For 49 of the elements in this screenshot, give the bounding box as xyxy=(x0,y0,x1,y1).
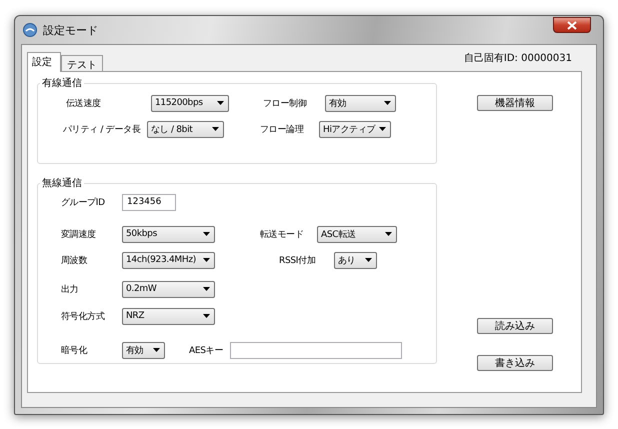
field-label: 伝送速度 xyxy=(66,98,102,110)
caret-icon xyxy=(217,101,224,105)
caret-icon xyxy=(203,287,210,291)
field-label: 出力 xyxy=(61,284,80,296)
field-label: 暗号化 xyxy=(61,344,88,356)
field-label: フロー制御 xyxy=(263,98,308,110)
caret-icon xyxy=(203,258,210,262)
field-label: 転送モード xyxy=(260,228,305,240)
field-label: 符号化方式 xyxy=(61,310,106,322)
dropdown[interactable]: 50kbps xyxy=(122,226,215,242)
field-label: フロー論理 xyxy=(260,124,305,136)
app-icon xyxy=(23,23,37,37)
window-title: 設定モード xyxy=(43,22,98,38)
group-title: 無線通信 xyxy=(41,176,83,190)
dropdown[interactable]: 有効 xyxy=(122,342,165,358)
input-field[interactable]: 123456 xyxy=(122,194,176,210)
tab[interactable]: テスト xyxy=(61,55,103,71)
field-label: グループID xyxy=(61,196,106,208)
caret-icon xyxy=(379,127,386,131)
dropdown[interactable]: Hiアクティブ xyxy=(319,120,391,138)
field-label: 周波数 xyxy=(61,254,88,266)
dropdown[interactable]: なし / 8bit xyxy=(147,120,224,138)
dropdown[interactable]: 有効 xyxy=(325,94,396,112)
field-label: パリティ / データ長 xyxy=(63,124,142,136)
caret-icon xyxy=(385,232,392,236)
field-label: RSSI付加 xyxy=(279,254,317,266)
caret-icon xyxy=(203,232,210,236)
caret-icon xyxy=(203,314,210,318)
action-button[interactable]: 機器情報 xyxy=(477,95,553,111)
input-field[interactable] xyxy=(230,342,402,358)
tab[interactable]: 設定 xyxy=(27,52,61,72)
dropdown[interactable]: あり xyxy=(334,252,377,268)
group-title: 有線通信 xyxy=(41,76,83,90)
dropdown[interactable]: ASC転送 xyxy=(317,226,397,242)
field-label: AESキー xyxy=(189,344,224,356)
caret-icon xyxy=(384,101,391,105)
caret-icon xyxy=(153,348,160,352)
caret-icon xyxy=(212,127,219,131)
dropdown[interactable]: 115200bps xyxy=(151,94,229,112)
dropdown[interactable]: 0.2mW xyxy=(122,280,215,298)
dropdown[interactable]: NRZ xyxy=(122,308,215,324)
action-button[interactable]: 書き込み xyxy=(477,355,553,371)
caret-icon xyxy=(365,258,372,262)
close-button[interactable] xyxy=(553,17,591,33)
device-id-label: 自己固有ID: 00000031 xyxy=(464,52,572,65)
field-label: 変調速度 xyxy=(61,228,97,240)
action-button[interactable]: 読み込み xyxy=(477,318,553,334)
dropdown[interactable]: 14ch(923.4MHz) xyxy=(122,252,215,268)
close-icon xyxy=(567,20,577,30)
